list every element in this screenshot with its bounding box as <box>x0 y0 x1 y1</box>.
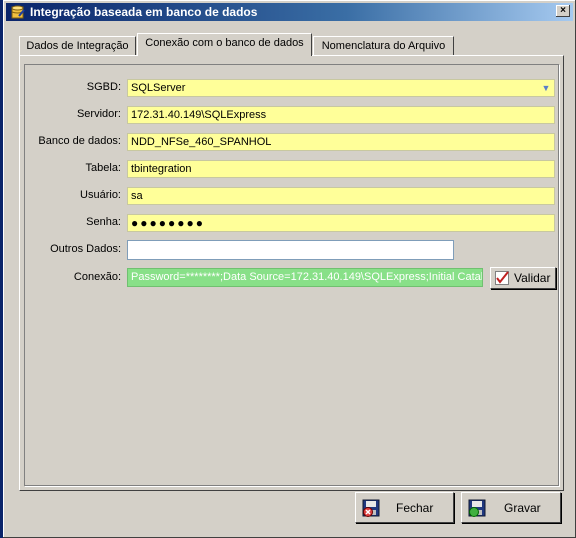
outros-input[interactable] <box>127 240 454 260</box>
floppy-save-icon <box>468 499 486 520</box>
conexao-string-field[interactable]: Password=********;Data Source=172.31.40.… <box>127 268 483 287</box>
sgbd-label: SGBD: <box>86 81 121 93</box>
window-title: Integração baseada em banco de dados <box>30 5 258 19</box>
gravar-button[interactable]: Gravar <box>461 492 561 523</box>
chevron-down-icon[interactable]: ▼ <box>539 81 553 95</box>
validar-label: Validar <box>514 271 551 285</box>
sgbd-value: SQLServer <box>131 82 186 94</box>
tab-nomenclatura-arquivo[interactable]: Nomenclatura do Arquivo <box>313 36 454 56</box>
banco-input[interactable]: NDD_NFSe_460_SPANHOL <box>127 133 555 151</box>
usuario-label: Usuário: <box>80 189 121 201</box>
senha-label: Senha: <box>86 216 121 228</box>
floppy-close-icon <box>362 499 380 520</box>
fechar-button[interactable]: Fechar <box>355 492 454 523</box>
outros-label: Outros Dados: <box>50 243 121 255</box>
banco-label: Banco de dados: <box>38 135 121 147</box>
tab-label: Dados de Integração <box>26 40 129 52</box>
sgbd-select[interactable]: SQLServer ▼ <box>127 79 555 97</box>
senha-value: ●●●●●●●● <box>131 216 205 230</box>
servidor-value: 172.31.40.149\SQLExpress <box>131 109 267 121</box>
fechar-label: Fechar <box>396 500 434 515</box>
tab-conexao-banco[interactable]: Conexão com o banco de dados <box>137 33 312 56</box>
tab-panel: SGBD: SQLServer ▼ Servidor: 172.31.40.14… <box>19 55 564 491</box>
servidor-label: Servidor: <box>76 108 121 120</box>
tabela-label: Tabela: <box>85 162 121 174</box>
validar-button[interactable]: Validar <box>490 267 556 289</box>
close-button[interactable]: × <box>556 5 570 17</box>
conexao-value: Password=********;Data Source=172.31.40.… <box>131 271 483 283</box>
tab-label: Nomenclatura do Arquivo <box>321 40 446 52</box>
tabela-value: tbintegration <box>131 163 192 175</box>
gravar-label: Gravar <box>504 500 541 515</box>
banco-value: NDD_NFSe_460_SPANHOL <box>131 136 272 148</box>
tab-label: Conexão com o banco de dados <box>145 37 304 49</box>
dialog-window: Integração baseada em banco de dados × D… <box>3 0 576 538</box>
checkmark-icon <box>495 271 509 288</box>
servidor-input[interactable]: 172.31.40.149\SQLExpress <box>127 106 555 124</box>
connection-groupbox: SGBD: SQLServer ▼ Servidor: 172.31.40.14… <box>24 64 559 486</box>
database-app-icon <box>10 4 26 20</box>
usuario-value: sa <box>131 190 143 202</box>
usuario-input[interactable]: sa <box>127 187 555 205</box>
tab-dados-integracao[interactable]: Dados de Integração <box>19 36 136 56</box>
title-bar[interactable]: Integração baseada em banco de dados × <box>6 3 573 21</box>
conexao-label: Conexão: <box>73 271 121 283</box>
close-icon: × <box>560 5 566 16</box>
senha-input[interactable]: ●●●●●●●● <box>127 214 555 232</box>
tabela-input[interactable]: tbintegration <box>127 160 555 178</box>
